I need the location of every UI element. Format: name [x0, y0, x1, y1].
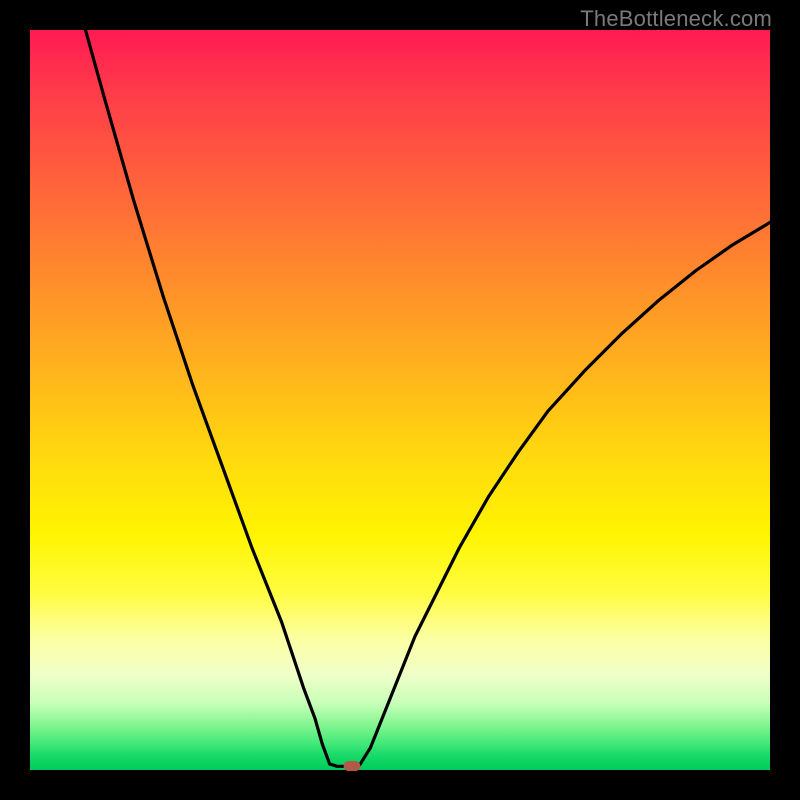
attribution-label: TheBottleneck.com [580, 6, 772, 32]
plot-area [30, 30, 770, 770]
bottleneck-curve [86, 30, 771, 766]
chart-stage: TheBottleneck.com [0, 0, 800, 800]
curve-layer [30, 30, 770, 770]
bottom-marker [343, 761, 360, 771]
